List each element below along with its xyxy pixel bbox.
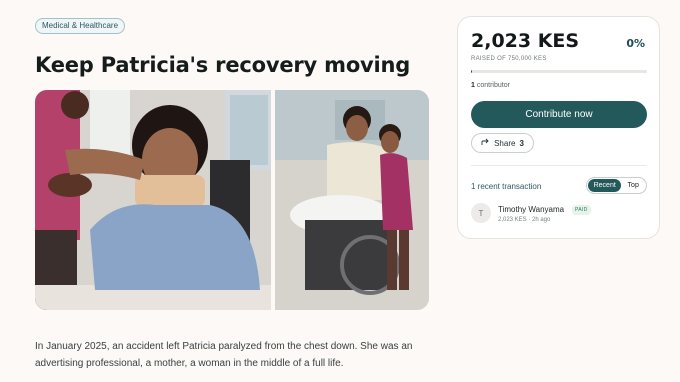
share-label: Share	[494, 138, 516, 148]
card-divider	[471, 165, 647, 166]
category-badge[interactable]: Medical & Healthcare	[35, 18, 126, 34]
goal-label: RAISED OF 750,000 KES	[471, 56, 547, 62]
recent-transactions-heading: 1 recent transaction	[471, 182, 542, 191]
campaign-title: Keep Patricia's recovery moving	[35, 53, 411, 77]
toggle-top[interactable]: Top	[621, 179, 645, 192]
progress-fill	[471, 70, 472, 73]
status-badge: PAID	[572, 205, 591, 215]
donor-name: Timothy Wanyama	[498, 205, 565, 214]
share-arrow-icon	[481, 138, 490, 148]
campaign-photo	[35, 90, 429, 310]
contribute-button[interactable]: Contribute now	[471, 101, 647, 128]
donation-meta: 2,023 KES · 2h ago	[498, 217, 551, 223]
raised-amount: 2,023 KES	[471, 30, 580, 52]
contributor-number: 1	[471, 82, 475, 89]
funded-percent: 0%	[626, 37, 645, 50]
toggle-recent[interactable]: Recent	[588, 179, 622, 192]
share-count: 3	[519, 138, 524, 148]
transaction-sort-toggle: Recent Top	[586, 177, 647, 194]
contributor-label: contributor	[476, 82, 510, 89]
donation-card: 2,023 KES 0% RAISED OF 750,000 KES 1 con…	[457, 16, 660, 239]
share-button[interactable]: Share 3	[471, 133, 534, 153]
campaign-column: Medical & Healthcare Keep Patricia's rec…	[35, 15, 430, 369]
campaign-story: In January 2025, an accident left Patric…	[35, 341, 413, 369]
avatar: T	[471, 203, 491, 223]
progress-bar	[471, 70, 647, 73]
contributor-count: 1 contributor	[471, 82, 510, 89]
